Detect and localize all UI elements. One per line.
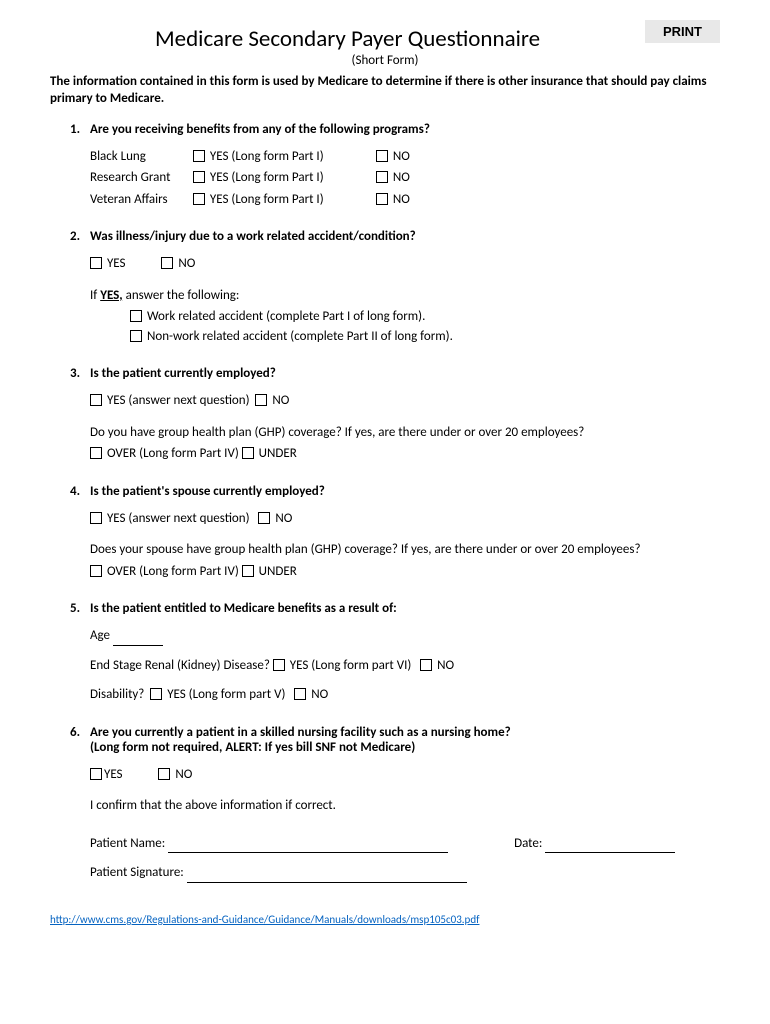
q5-text: Is the patient entitled to Medicare bene… bbox=[90, 601, 397, 616]
q6-text: Are you currently a patient in a skilled… bbox=[90, 725, 511, 740]
page-title: Medicare Secondary Payer Questionnaire bbox=[50, 25, 720, 53]
q1-row-research: Research Grant YES (Long form Part I) NO bbox=[90, 168, 720, 188]
question-3: 3. Is the patient currently employed? YE… bbox=[50, 366, 720, 464]
q1-no-1: NO bbox=[393, 170, 410, 185]
q2-ifyes-bold: YES, bbox=[100, 288, 122, 303]
q4-over-checkbox[interactable] bbox=[90, 565, 102, 577]
q5-num: 5. bbox=[70, 601, 90, 616]
q3-yes: YES (answer next question) bbox=[107, 393, 250, 408]
date-label: Date: bbox=[514, 836, 542, 851]
q6-yes-checkbox[interactable] bbox=[90, 768, 102, 780]
q1-label-0: Black Lung bbox=[90, 147, 190, 167]
q2-ifyes-prefix: If bbox=[90, 288, 100, 303]
q3-over: OVER (Long form Part IV) bbox=[107, 446, 239, 461]
q5-esrd-no: NO bbox=[437, 658, 454, 673]
q4-text: Is the patient's spouse currently employ… bbox=[90, 484, 325, 499]
q2-opt1-checkbox[interactable] bbox=[130, 310, 142, 322]
q4-num: 4. bbox=[70, 484, 90, 499]
q6-confirm: I confirm that the above information if … bbox=[90, 796, 720, 816]
q2-yes: YES bbox=[107, 256, 126, 271]
q6-text2: (Long form not required, ALERT: If yes b… bbox=[90, 740, 415, 755]
q1-label-1: Research Grant bbox=[90, 168, 190, 188]
intro-text: The information contained in this form i… bbox=[50, 74, 720, 108]
q4-under-checkbox[interactable] bbox=[242, 565, 254, 577]
q3-no-checkbox[interactable] bbox=[255, 394, 267, 406]
q1-text: Are you receiving benefits from any of t… bbox=[90, 122, 430, 137]
q6-yes: YES bbox=[104, 767, 123, 782]
footer-link[interactable]: http://www.cms.gov/Regulations-and-Guida… bbox=[50, 913, 720, 926]
q5-esrd-yes: YES (Long form part VI) bbox=[290, 658, 412, 673]
q4-no-checkbox[interactable] bbox=[258, 512, 270, 524]
q4-yes-checkbox[interactable] bbox=[90, 512, 102, 524]
q3-under: UNDER bbox=[259, 446, 297, 461]
q1-num: 1. bbox=[70, 122, 90, 137]
q1-blacklung-yes-checkbox[interactable] bbox=[193, 150, 205, 162]
question-1: 1. Are you receiving benefits from any o… bbox=[50, 122, 720, 210]
q5-esrd-yes-checkbox[interactable] bbox=[273, 659, 285, 671]
q1-research-no-checkbox[interactable] bbox=[376, 171, 388, 183]
question-5: 5. Is the patient entitled to Medicare b… bbox=[50, 601, 720, 705]
q3-yes-checkbox[interactable] bbox=[90, 394, 102, 406]
q3-over-checkbox[interactable] bbox=[90, 447, 102, 459]
q2-ifyes-suffix: answer the following: bbox=[123, 288, 240, 303]
q1-row-blacklung: Black Lung YES (Long form Part I) NO bbox=[90, 147, 720, 167]
q6-num: 6. bbox=[70, 725, 90, 755]
signature-input[interactable] bbox=[187, 882, 467, 883]
print-button[interactable]: PRINT bbox=[645, 20, 720, 43]
q2-text: Was illness/injury due to a work related… bbox=[90, 229, 416, 244]
question-4: 4. Is the patient's spouse currently emp… bbox=[50, 484, 720, 582]
q3-sub: Do you have group health plan (GHP) cove… bbox=[90, 423, 720, 443]
q3-num: 3. bbox=[70, 366, 90, 381]
signature-label: Patient Signature: bbox=[90, 865, 184, 880]
q5-disability-no: NO bbox=[311, 687, 328, 702]
q2-opt1: Work related accident (complete Part I o… bbox=[147, 309, 425, 324]
q1-veteran-yes-checkbox[interactable] bbox=[193, 193, 205, 205]
q1-no-2: NO bbox=[393, 192, 410, 207]
q2-no: NO bbox=[178, 256, 195, 271]
q1-yes-0: YES (Long form Part I) bbox=[210, 149, 324, 164]
q6-no: NO bbox=[175, 767, 192, 782]
date-input[interactable] bbox=[545, 852, 675, 853]
q4-over: OVER (Long form Part IV) bbox=[107, 564, 239, 579]
q4-no: NO bbox=[275, 511, 292, 526]
q5-esrd-label: End Stage Renal (Kidney) Disease? bbox=[90, 658, 270, 673]
q5-age-input[interactable] bbox=[113, 645, 163, 646]
question-2: 2. Was illness/injury due to a work rela… bbox=[50, 229, 720, 346]
q1-label-2: Veteran Affairs bbox=[90, 190, 190, 210]
q2-yes-checkbox[interactable] bbox=[90, 257, 102, 269]
q4-under: UNDER bbox=[259, 564, 297, 579]
q5-disability-yes-checkbox[interactable] bbox=[150, 688, 162, 700]
q1-veteran-no-checkbox[interactable] bbox=[376, 193, 388, 205]
q4-sub: Does your spouse have group health plan … bbox=[90, 540, 720, 560]
q1-row-veteran: Veteran Affairs YES (Long form Part I) N… bbox=[90, 190, 720, 210]
q3-no: NO bbox=[272, 393, 289, 408]
q2-no-checkbox[interactable] bbox=[161, 257, 173, 269]
q1-yes-1: YES (Long form Part I) bbox=[210, 170, 324, 185]
q6-no-checkbox[interactable] bbox=[158, 768, 170, 780]
question-6: 6. Are you currently a patient in a skil… bbox=[50, 725, 720, 883]
patient-name-label: Patient Name: bbox=[90, 836, 165, 851]
q1-research-yes-checkbox[interactable] bbox=[193, 171, 205, 183]
q1-yes-2: YES (Long form Part I) bbox=[210, 192, 324, 207]
patient-name-input[interactable] bbox=[168, 852, 448, 853]
q5-esrd-no-checkbox[interactable] bbox=[420, 659, 432, 671]
q2-opt2-checkbox[interactable] bbox=[130, 330, 142, 342]
q3-under-checkbox[interactable] bbox=[242, 447, 254, 459]
q4-yes: YES (answer next question) bbox=[107, 511, 250, 526]
q5-disability-label: Disability? bbox=[90, 687, 144, 702]
q5-age-label: Age bbox=[90, 628, 110, 643]
q3-text: Is the patient currently employed? bbox=[90, 366, 276, 381]
q2-opt2: Non-work related accident (complete Part… bbox=[147, 329, 453, 344]
q1-blacklung-no-checkbox[interactable] bbox=[376, 150, 388, 162]
q5-disability-no-checkbox[interactable] bbox=[294, 688, 306, 700]
q1-no-0: NO bbox=[393, 149, 410, 164]
q5-disability-yes: YES (Long form part V) bbox=[167, 687, 285, 702]
page-subtitle: (Short Form) bbox=[50, 53, 720, 68]
q2-num: 2. bbox=[70, 229, 90, 244]
